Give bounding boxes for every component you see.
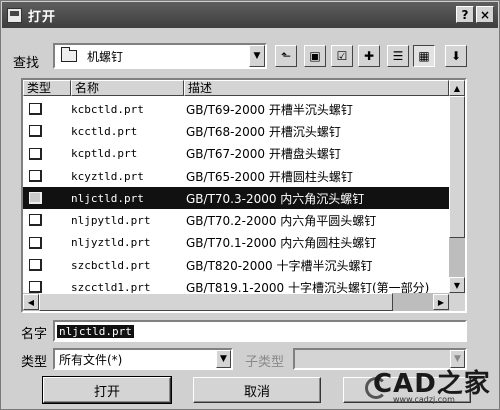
table-row[interactable]: kcbctld.prt GB/T69-2000 开槽半沉头螺钉 [23, 98, 449, 120]
subtype-label: 子类型 [245, 355, 285, 370]
file-name: szcbctld.prt [71, 258, 151, 272]
file-description: GB/T70.2-2000 内六角平圆头螺钉 [186, 214, 377, 229]
scroll-down-icon[interactable]: ▼ [449, 277, 465, 293]
horizontal-scroll-thumb[interactable] [39, 293, 393, 311]
filename-input[interactable]: nljctld.prt [53, 320, 467, 342]
table-row[interactable]: szcbctld.prt GB/T820-2000 十字槽半沉头螺钉 [23, 254, 449, 276]
file-icon [29, 236, 42, 249]
filetype-value: 所有文件(*) [59, 352, 123, 367]
file-icon [29, 103, 42, 115]
vertical-scroll-thumb[interactable] [449, 96, 465, 238]
details-view-button[interactable]: ▦ [413, 45, 435, 67]
file-name: kcctld.prt [71, 124, 138, 138]
dialog-title: 打开 [28, 9, 57, 25]
details-view-icon: ▦ [418, 49, 430, 63]
filename-label: 名字 [21, 327, 48, 342]
look-in-label: 查找 [13, 56, 40, 71]
file-name: kcptld.prt [71, 147, 138, 161]
new-folder-button[interactable]: ✚ [358, 45, 380, 67]
table-row[interactable]: kcctld.prt GB/T68-2000 开槽沉头螺钉 [23, 120, 449, 142]
table-row[interactable]: nljyztld.prt GB/T70.1-2000 内六角圆柱头螺钉 [23, 232, 449, 254]
up-folder-button[interactable]: ⬑ [275, 45, 297, 67]
preview-button[interactable]: ⬇ [445, 45, 467, 67]
favorites-button[interactable]: ☑ [331, 45, 353, 67]
scroll-right-icon[interactable]: ▶ [433, 294, 449, 310]
column-header-type[interactable]: 类型 [23, 80, 71, 96]
app-icon [7, 7, 22, 23]
desktop-icon: ▣ [309, 49, 321, 63]
file-description: GB/T68-2000 开槽沉头螺钉 [186, 124, 341, 139]
look-in-combo[interactable]: 机螺钉 ▼ [53, 43, 267, 69]
file-description: GB/T65-2000 开槽圆柱头螺钉 [186, 169, 353, 184]
file-list[interactable]: 类型 名称 描述 kcbctld.prt GB/T69-2000 开槽半沉头螺钉 k… [21, 78, 467, 313]
file-description: GB/T820-2000 十字槽半沉头螺钉 [186, 258, 373, 273]
watermark-url: www.cadzj.com [393, 395, 455, 404]
table-row[interactable]: kcyztld.prt GB/T65-2000 开槽圆柱头螺钉 [23, 165, 449, 187]
open-file-dialog: 打开 ? × 查找 机螺钉 ▼ ⬑ ▣ ☑ ✚ ☰ ▦ ⬇ 类型 名称 描述 k… [0, 0, 500, 410]
list-view-button[interactable]: ☰ [387, 45, 409, 67]
table-row[interactable]: nljctld.prt GB/T70.3-2000 内六角沉头螺钉 [23, 187, 449, 210]
table-row[interactable]: nljpytld.prt GB/T70.2-2000 内六角平圆头螺钉 [23, 209, 449, 231]
scroll-left-icon[interactable]: ◀ [23, 294, 39, 310]
list-view-icon: ☰ [392, 49, 404, 63]
scrollbar-corner [449, 293, 465, 311]
look-in-value: 机螺钉 [87, 49, 124, 64]
column-header-description[interactable]: 描述 [184, 80, 449, 96]
help-button[interactable]: ? [456, 6, 474, 23]
file-icon [29, 281, 42, 294]
file-rows: kcbctld.prt GB/T69-2000 开槽半沉头螺钉 kcctld.prt… [23, 98, 449, 299]
file-name: kcyztld.prt [71, 169, 144, 183]
up-folder-icon: ⬑ [280, 49, 292, 63]
watermark: CAD之家 www.cadzj.com [363, 363, 497, 409]
file-icon [29, 169, 42, 182]
scroll-up-icon[interactable]: ▲ [449, 80, 465, 96]
preview-icon: ⬇ [450, 49, 462, 63]
filetype-label: 类型 [21, 355, 48, 370]
file-name: nljpytld.prt [71, 214, 151, 228]
file-icon [29, 214, 42, 227]
file-name: nljyztld.prt [71, 236, 151, 250]
close-button[interactable]: × [476, 6, 494, 23]
chevron-down-icon[interactable]: ▼ [216, 350, 231, 368]
file-description: GB/T67-2000 开槽盘头螺钉 [186, 147, 341, 162]
horizontal-scrollbar[interactable]: ◀ ▶ [23, 293, 449, 311]
favorites-folder-icon: ☑ [336, 49, 348, 63]
file-description: GB/T70.3-2000 内六角沉头螺钉 [186, 191, 365, 206]
vertical-scrollbar[interactable]: ▲ ▼ [449, 80, 465, 293]
filetype-select[interactable]: 所有文件(*) ▼ [53, 348, 233, 370]
desktop-button[interactable]: ▣ [304, 45, 326, 67]
file-description: GB/T70.1-2000 内六角圆柱头螺钉 [186, 236, 377, 251]
chevron-down-icon[interactable]: ▼ [249, 45, 265, 67]
new-folder-icon: ✚ [363, 49, 375, 63]
file-icon [29, 259, 42, 272]
file-icon [29, 147, 42, 160]
file-description: GB/T69-2000 开槽半沉头螺钉 [186, 102, 353, 117]
open-button[interactable]: 打开 [42, 376, 172, 404]
folder-icon [61, 47, 77, 62]
title-bar[interactable]: 打开 ? × [2, 2, 498, 28]
file-icon [29, 125, 42, 138]
file-icon [29, 192, 42, 205]
column-header-name[interactable]: 名称 [71, 80, 184, 96]
file-name: kcbctld.prt [71, 102, 144, 116]
file-name: nljctld.prt [71, 191, 144, 205]
table-row[interactable]: kcptld.prt GB/T67-2000 开槽盘头螺钉 [23, 143, 449, 165]
cancel-button[interactable]: 取消 [193, 377, 321, 403]
filename-value: nljctld.prt [57, 324, 134, 338]
